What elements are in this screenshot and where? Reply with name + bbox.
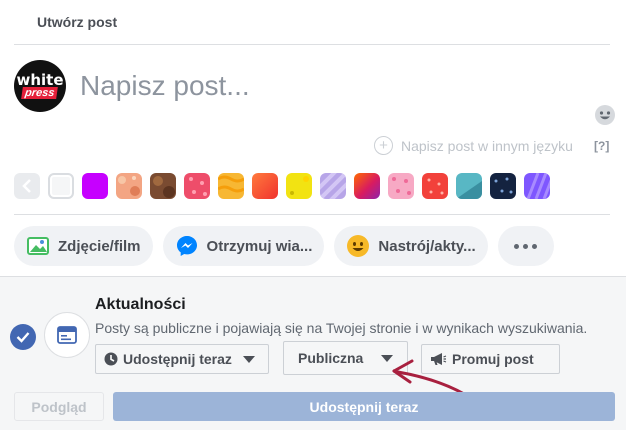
messenger-icon — [175, 234, 199, 258]
avatar-logo-bottom: press — [21, 87, 59, 99]
share-now-button[interactable]: Udostępnij teraz — [113, 392, 615, 421]
more-dots-icon — [514, 243, 538, 249]
photo-video-label: Zdjęcie/film — [58, 237, 141, 255]
chevron-left-icon — [22, 179, 31, 193]
privacy-dropdown-label: Publiczna — [298, 350, 364, 366]
share-now-dropdown-label: Udostępnij teraz — [123, 351, 232, 367]
checkmark-icon — [16, 332, 30, 343]
swatch-navy-pattern[interactable] — [490, 173, 516, 199]
swatch-pink-dots[interactable] — [388, 173, 414, 199]
section-divider — [14, 214, 610, 215]
help-link[interactable]: [?] — [594, 139, 609, 153]
feeling-activity-label: Nastrój/akty... — [378, 237, 476, 255]
write-in-other-language[interactable]: + Napisz post w innym języku — [374, 136, 573, 155]
photo-icon — [26, 234, 50, 258]
caret-down-icon — [242, 355, 255, 363]
swatch-orange-pattern[interactable] — [218, 173, 244, 199]
get-messages-label: Otrzymuj wia... — [206, 237, 313, 255]
swatch-back-button[interactable] — [14, 173, 40, 199]
swatch-red-pattern[interactable] — [184, 173, 210, 199]
swatch-purple[interactable] — [82, 173, 108, 199]
more-actions-button[interactable] — [497, 226, 554, 266]
news-feed-description: Posty są publiczne i pojawiają się na Tw… — [95, 320, 588, 336]
swatch-yellow-pattern[interactable] — [286, 173, 312, 199]
preview-button[interactable]: Podgląd — [14, 392, 104, 421]
swatch-peach-pattern[interactable] — [116, 173, 142, 199]
avatar[interactable]: white press — [14, 60, 66, 112]
swatch-red-dots[interactable] — [422, 173, 448, 199]
news-feed-icon — [57, 326, 77, 344]
title-divider — [14, 44, 610, 45]
avatar-logo-top: white — [16, 71, 64, 89]
swatch-teal-pattern[interactable] — [456, 173, 482, 199]
swatch-brown-pattern[interactable] — [150, 173, 176, 199]
composer-actions: Zdjęcie/film Otrzymuj wia... Nastrój/akt… — [14, 226, 554, 266]
composer-title: Utwórz post — [37, 14, 118, 30]
other-language-label: Napisz post w innym języku — [401, 137, 573, 154]
news-feed-checkbox[interactable] — [10, 324, 36, 350]
clock-icon — [104, 352, 118, 366]
swatch-lavender-pattern[interactable] — [320, 173, 346, 199]
post-text-input[interactable]: Napisz post... — [80, 70, 250, 102]
background-swatches — [14, 173, 550, 199]
share-now-dropdown[interactable]: Udostępnij teraz — [95, 344, 269, 374]
swatch-pink-magenta[interactable] — [354, 173, 380, 199]
news-feed-title: Aktualności — [95, 296, 186, 313]
emoji-picker-icon[interactable] — [594, 104, 616, 126]
feeling-activity-button[interactable]: Nastrój/akty... — [334, 226, 488, 266]
swatch-white[interactable] — [48, 173, 74, 199]
swatch-violet-stripes[interactable] — [524, 173, 550, 199]
smiley-icon — [346, 234, 370, 258]
get-messages-button[interactable]: Otrzymuj wia... — [162, 226, 325, 266]
news-feed-icon-wrapper — [44, 312, 90, 358]
plus-circle-icon: + — [374, 136, 393, 155]
swatch-red-orange[interactable] — [252, 173, 278, 199]
photo-video-button[interactable]: Zdjęcie/film — [14, 226, 153, 266]
